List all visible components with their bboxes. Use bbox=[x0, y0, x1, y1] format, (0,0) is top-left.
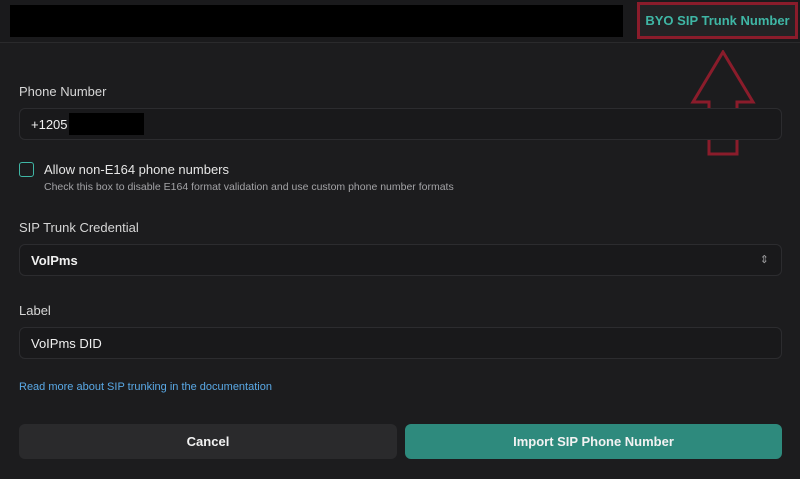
allow-non-e164-checkbox[interactable] bbox=[19, 162, 34, 177]
cancel-button[interactable]: Cancel bbox=[19, 424, 397, 459]
import-sip-phone-number-button[interactable]: Import SIP Phone Number bbox=[405, 424, 782, 459]
sip-docs-link[interactable]: Read more about SIP trunking in the docu… bbox=[19, 381, 272, 393]
tab-label: BYO SIP Trunk Number bbox=[645, 13, 790, 28]
import-button-label: Import SIP Phone Number bbox=[513, 434, 674, 449]
allow-non-e164-help: Check this box to disable E164 format va… bbox=[44, 181, 454, 193]
sip-trunk-credential-label: SIP Trunk Credential bbox=[19, 220, 139, 235]
chevron-up-down-icon: ⇕ bbox=[759, 253, 769, 266]
label-input-value: VoIPms DID bbox=[31, 335, 102, 351]
phone-number-label: Phone Number bbox=[19, 84, 107, 99]
sip-trunk-credential-select[interactable]: VoIPms ⇕ bbox=[19, 244, 782, 276]
up-arrow-annotation bbox=[690, 50, 756, 156]
phone-number-input[interactable]: +1205 bbox=[19, 108, 782, 140]
tab-byo-sip-trunk-number[interactable]: BYO SIP Trunk Number bbox=[637, 2, 798, 39]
sip-trunk-credential-value: VoIPms bbox=[31, 252, 78, 268]
redacted-phone-digits bbox=[68, 113, 144, 135]
top-bar: BYO SIP Trunk Number bbox=[0, 0, 800, 43]
cancel-button-label: Cancel bbox=[186, 434, 230, 449]
phone-number-value: +1205 bbox=[31, 116, 68, 132]
allow-non-e164-label: Allow non-E164 phone numbers bbox=[44, 162, 230, 177]
label-field-label: Label bbox=[19, 303, 51, 318]
label-input[interactable]: VoIPms DID bbox=[19, 327, 782, 359]
redacted-title bbox=[10, 5, 623, 37]
